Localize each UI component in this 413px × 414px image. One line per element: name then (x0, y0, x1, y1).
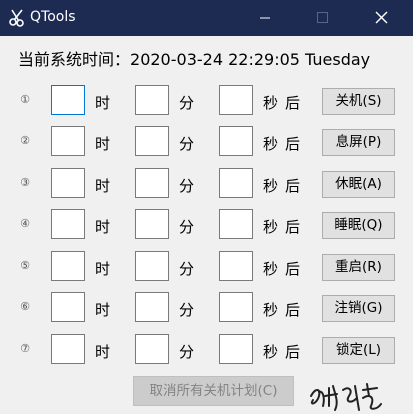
action-button[interactable]: 休眠(A) (322, 171, 395, 198)
minutes-unit-label: 分 (179, 218, 195, 236)
hours-input[interactable] (51, 126, 85, 156)
seconds-input[interactable] (219, 334, 253, 364)
hours-input[interactable] (51, 209, 85, 239)
scissors-icon (9, 9, 24, 27)
hours-input[interactable] (51, 292, 85, 322)
seconds-input[interactable] (219, 85, 253, 115)
maximize-icon (317, 12, 328, 23)
after-label: 后 (285, 260, 301, 278)
row-number: ① (20, 93, 30, 106)
seconds-input[interactable] (219, 292, 253, 322)
action-button[interactable]: 关机(S) (322, 88, 395, 115)
seconds-input[interactable] (219, 126, 253, 156)
hours-input[interactable] (51, 334, 85, 364)
hours-unit-label: 时 (95, 218, 111, 236)
seconds-unit-label: 秒 (263, 301, 279, 319)
minutes-unit-label: 分 (179, 94, 195, 112)
after-label: 后 (285, 177, 301, 195)
schedule-row: ⑥ 时 分 秒 后 注销(G) (0, 290, 413, 330)
seconds-unit-label: 秒 (263, 218, 279, 236)
minutes-input[interactable] (135, 209, 169, 239)
row-number: ② (20, 134, 30, 147)
minutes-unit-label: 分 (179, 177, 195, 195)
minutes-unit-label: 分 (179, 343, 195, 361)
close-button[interactable] (358, 0, 404, 36)
minimize-button[interactable] (242, 0, 288, 36)
row-number: ⑤ (20, 259, 30, 272)
action-button[interactable]: 重启(R) (322, 254, 395, 281)
minutes-unit-label: 分 (179, 135, 195, 153)
minutes-input[interactable] (135, 168, 169, 198)
hours-unit-label: 时 (95, 94, 111, 112)
current-time-value: 2020-03-24 22:29:05 Tuesday (130, 50, 371, 69)
signature-image (310, 383, 382, 411)
window-title: QTools (30, 9, 76, 25)
hours-unit-label: 时 (95, 135, 111, 153)
minimize-icon (260, 17, 270, 19)
minutes-input[interactable] (135, 126, 169, 156)
cancel-all-button[interactable]: 取消所有关机计划(C) (133, 376, 294, 406)
current-time-display: 当前系统时间：2020-03-24 22:29:05 Tuesday (18, 46, 370, 70)
schedule-row: ① 时 分 秒 后 关机(S) (0, 83, 413, 123)
row-number: ③ (20, 176, 30, 189)
hours-input[interactable] (51, 251, 85, 281)
action-button[interactable]: 锁定(L) (322, 337, 395, 364)
action-button[interactable]: 息屏(P) (322, 129, 395, 156)
after-label: 后 (285, 218, 301, 236)
row-number: ④ (20, 217, 30, 230)
minutes-unit-label: 分 (179, 260, 195, 278)
minutes-unit-label: 分 (179, 301, 195, 319)
seconds-input[interactable] (219, 168, 253, 198)
hours-unit-label: 时 (95, 301, 111, 319)
seconds-unit-label: 秒 (263, 177, 279, 195)
after-label: 后 (285, 94, 301, 112)
minutes-input[interactable] (135, 251, 169, 281)
schedule-row: ⑦ 时 分 秒 后 锁定(L) (0, 332, 413, 372)
seconds-unit-label: 秒 (263, 94, 279, 112)
minutes-input[interactable] (135, 85, 169, 115)
seconds-input[interactable] (219, 251, 253, 281)
minutes-input[interactable] (135, 334, 169, 364)
minutes-input[interactable] (135, 292, 169, 322)
row-number: ⑥ (20, 300, 30, 313)
action-button[interactable]: 注销(G) (322, 295, 395, 322)
row-number: ⑦ (20, 342, 30, 355)
after-label: 后 (285, 343, 301, 361)
schedule-row: ② 时 分 秒 后 息屏(P) (0, 124, 413, 164)
seconds-unit-label: 秒 (263, 260, 279, 278)
maximize-button[interactable] (299, 0, 345, 36)
schedule-row: ⑤ 时 分 秒 后 重启(R) (0, 249, 413, 289)
seconds-unit-label: 秒 (263, 135, 279, 153)
hours-unit-label: 时 (95, 260, 111, 278)
seconds-input[interactable] (219, 209, 253, 239)
after-label: 后 (285, 301, 301, 319)
hours-input[interactable] (51, 168, 85, 198)
close-icon (375, 11, 388, 24)
schedule-row: ③ 时 分 秒 后 休眠(A) (0, 166, 413, 206)
current-time-label: 当前系统时间： (18, 50, 131, 69)
hours-unit-label: 时 (95, 343, 111, 361)
after-label: 后 (285, 135, 301, 153)
action-button[interactable]: 睡眠(Q) (322, 212, 395, 239)
hours-input[interactable] (51, 85, 85, 115)
hours-unit-label: 时 (95, 177, 111, 195)
schedule-row: ④ 时 分 秒 后 睡眠(Q) (0, 207, 413, 247)
title-bar[interactable]: QTools (0, 0, 413, 36)
seconds-unit-label: 秒 (263, 343, 279, 361)
